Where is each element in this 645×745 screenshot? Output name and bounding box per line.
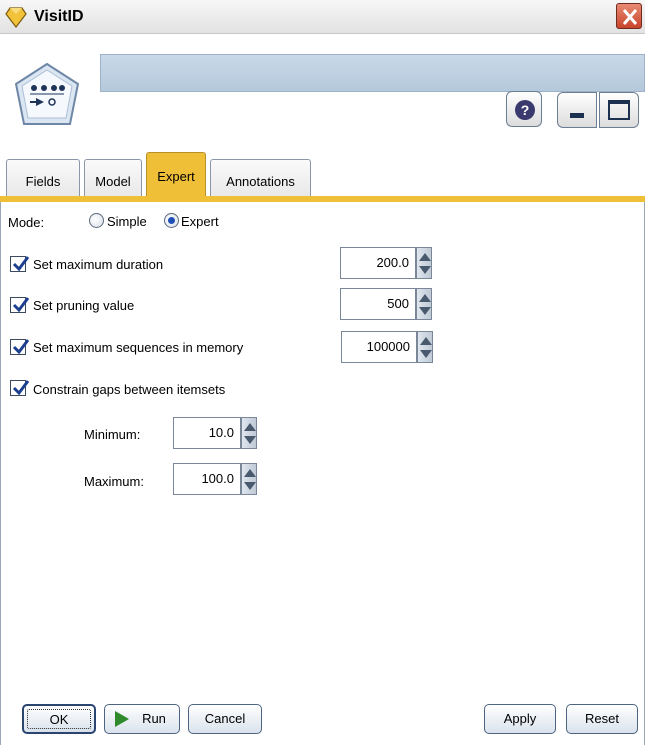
spin-up-icon[interactable] xyxy=(420,337,432,345)
checkmark-icon xyxy=(12,256,30,272)
reset-label: Reset xyxy=(585,711,619,726)
max-duration-label: Set maximum duration xyxy=(33,257,164,272)
spin-up-icon[interactable] xyxy=(244,423,256,431)
minimize-button[interactable] xyxy=(557,92,597,128)
tab-fields[interactable]: Fields xyxy=(6,159,80,197)
run-button[interactable]: Run xyxy=(104,704,180,734)
max-duration-field[interactable]: 200.0 xyxy=(340,247,416,279)
play-icon xyxy=(115,711,129,727)
mode-expert-label[interactable]: Expert xyxy=(181,214,219,229)
maximum-label: Maximum: xyxy=(84,474,144,489)
spin-down-icon[interactable] xyxy=(420,350,432,358)
checkmark-icon xyxy=(12,297,30,313)
minimum-arrows[interactable] xyxy=(241,417,257,449)
ok-label: OK xyxy=(49,712,69,727)
expert-panel xyxy=(0,202,645,700)
tab-model[interactable]: Model xyxy=(84,159,142,197)
mode-label: Mode: xyxy=(8,215,45,230)
help-button[interactable]: ? xyxy=(506,91,542,127)
run-label: Run xyxy=(142,711,166,726)
tab-expert[interactable]: Expert xyxy=(146,152,206,198)
spin-up-icon[interactable] xyxy=(419,253,431,261)
max-sequences-label: Set maximum sequences in memory xyxy=(33,340,244,355)
spin-down-icon[interactable] xyxy=(419,307,431,315)
help-icon: ? xyxy=(515,100,535,120)
pruning-value-checkbox[interactable] xyxy=(10,297,30,313)
dialog-window: VisitID ? Fields Model Expert Annotation… xyxy=(0,0,645,745)
pruning-value-arrows[interactable] xyxy=(416,288,432,320)
max-duration-arrows[interactable] xyxy=(416,247,432,279)
title-bar[interactable]: VisitID xyxy=(0,0,645,34)
checkmark-icon xyxy=(12,339,30,355)
max-sequences-checkbox[interactable] xyxy=(10,339,30,355)
tab-annotations[interactable]: Annotations xyxy=(210,159,311,197)
maximum-field[interactable]: 100.0 xyxy=(173,463,241,495)
apply-label: Apply xyxy=(503,711,537,726)
node-name-bar xyxy=(100,54,645,92)
mode-simple-radio[interactable] xyxy=(89,213,104,228)
minimize-icon xyxy=(570,113,584,118)
mode-expert-radio[interactable] xyxy=(164,213,179,228)
close-icon xyxy=(622,9,638,25)
window-title: VisitID xyxy=(34,8,84,25)
constrain-gaps-checkbox[interactable] xyxy=(10,380,30,396)
sequence-node-icon xyxy=(14,62,80,125)
cancel-button[interactable]: Cancel xyxy=(188,704,262,734)
diamond-icon xyxy=(5,7,27,28)
pruning-value-field[interactable]: 500 xyxy=(340,288,416,320)
spin-down-icon[interactable] xyxy=(419,266,431,274)
ok-button[interactable]: OK xyxy=(22,704,96,734)
maximize-button[interactable] xyxy=(599,92,639,128)
max-sequences-field[interactable]: 100000 xyxy=(341,331,417,363)
minimum-field[interactable]: 10.0 xyxy=(173,417,241,449)
spin-down-icon[interactable] xyxy=(244,482,256,490)
maximize-icon xyxy=(608,100,630,120)
spin-up-icon[interactable] xyxy=(419,294,431,302)
apply-button[interactable]: Apply xyxy=(484,704,556,734)
pruning-value-label: Set pruning value xyxy=(33,298,135,313)
minimum-label: Minimum: xyxy=(84,427,141,442)
constrain-gaps-label: Constrain gaps between itemsets xyxy=(33,382,226,397)
close-button[interactable] xyxy=(616,3,642,29)
max-duration-checkbox[interactable] xyxy=(10,256,30,272)
max-sequences-arrows[interactable] xyxy=(417,331,433,363)
spin-down-icon[interactable] xyxy=(244,436,256,444)
checkmark-icon xyxy=(12,380,30,396)
cancel-label: Cancel xyxy=(204,711,246,726)
mode-simple-label[interactable]: Simple xyxy=(107,214,147,229)
maximum-arrows[interactable] xyxy=(241,463,257,495)
node-header: ? xyxy=(0,34,645,144)
spin-up-icon[interactable] xyxy=(244,469,256,477)
reset-button[interactable]: Reset xyxy=(566,704,638,734)
